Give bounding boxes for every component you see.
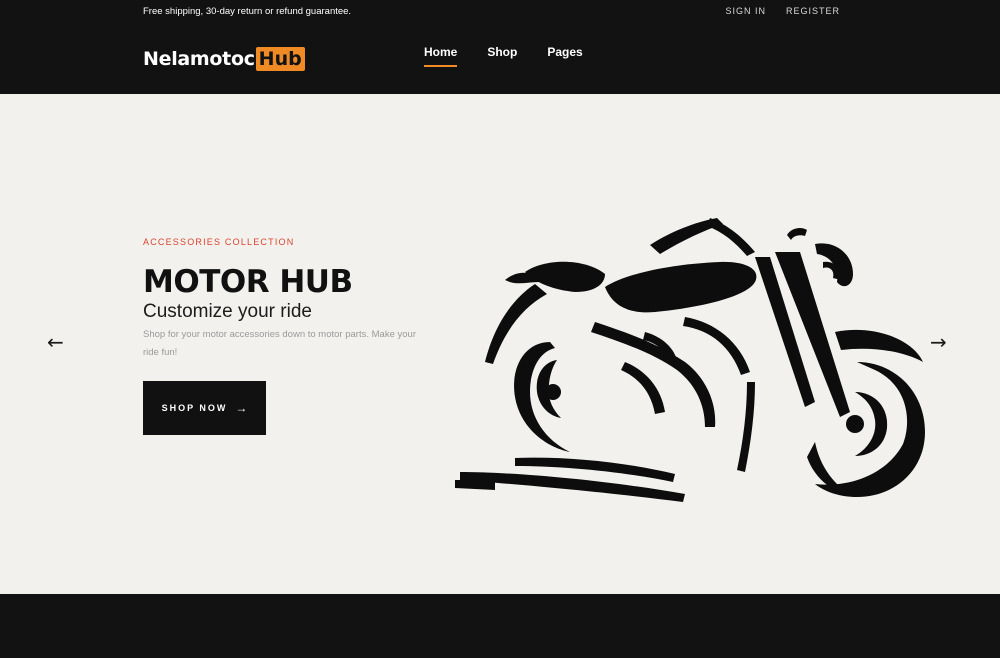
site-logo[interactable]: Nelamotoc Hub [143,47,305,71]
register-link[interactable]: REGISTER [786,6,840,16]
hero-subtitle: Customize your ride [143,301,312,322]
motorcycle-silhouette-image [455,218,925,502]
shop-now-button[interactable]: SHOP NOW → [143,381,266,435]
nav-item-home[interactable]: Home [424,45,458,67]
logo-text-main: Nelamotoc [143,48,255,70]
arrow-left-icon[interactable]: ← [47,330,64,354]
shop-now-label: SHOP NOW [161,403,228,413]
primary-nav: Home Shop Pages [424,45,583,67]
footer-band [0,594,1000,658]
sign-in-link[interactable]: SIGN IN [725,6,766,16]
main-navbar: Nelamotoc Hub Home Shop Pages [0,24,1000,94]
promo-text: Free shipping, 30-day return or refund g… [143,6,352,17]
nav-item-pages[interactable]: Pages [547,45,582,67]
logo-text-accent: Hub [255,47,305,71]
hero-eyebrow: ACCESSORIES COLLECTION [143,237,295,247]
hero-title: MOTOR HUB [143,264,353,300]
top-bar: Free shipping, 30-day return or refund g… [0,0,1000,24]
auth-links: SIGN IN REGISTER [725,6,840,16]
hero-slider: ACCESSORIES COLLECTION MOTOR HUB Customi… [0,94,1000,594]
arrow-right-icon: → [235,401,248,415]
nav-item-shop[interactable]: Shop [487,45,517,67]
hero-description: Shop for your motor accessories down to … [143,329,416,358]
